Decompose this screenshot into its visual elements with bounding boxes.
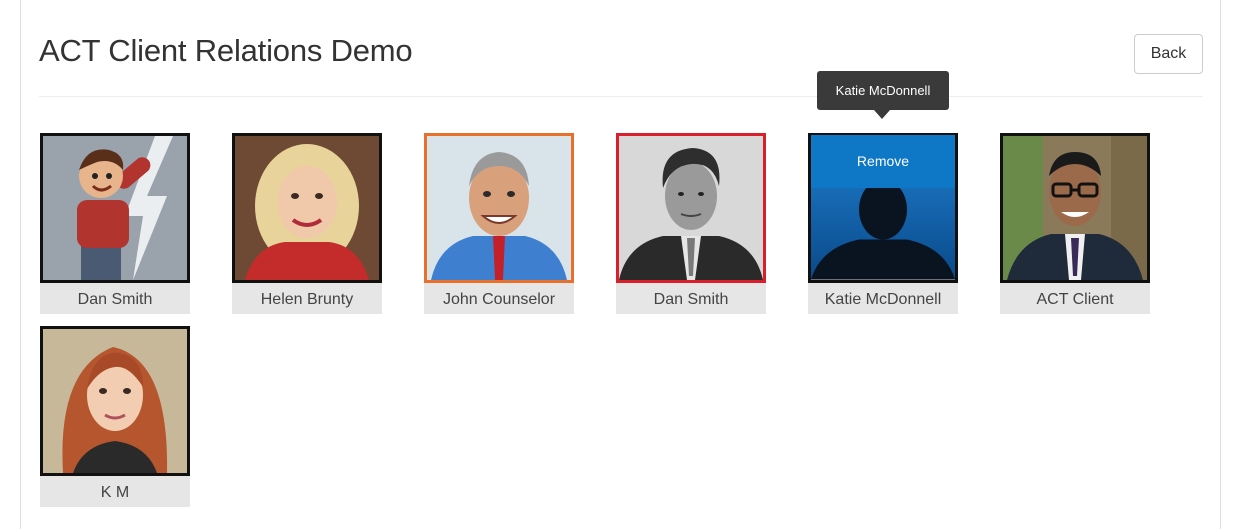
person-photo-icon xyxy=(427,136,571,280)
member-card[interactable]: ACT Client xyxy=(1000,133,1150,314)
title-divider xyxy=(39,96,1203,97)
name-tooltip: Katie McDonnell xyxy=(817,71,949,110)
content-panel: ACT Client Relations Demo Back Dan Smith xyxy=(20,0,1221,529)
member-name: K M xyxy=(40,476,190,507)
member-card-hovered[interactable]: Remove Katie McDonnell xyxy=(808,133,958,314)
photo-man-bw-image[interactable] xyxy=(616,133,766,283)
remove-button[interactable]: Remove xyxy=(811,135,955,188)
cartoon-avatar-image[interactable] xyxy=(40,133,190,283)
member-card[interactable]: K M xyxy=(40,326,190,507)
photo-man-glasses-image[interactable] xyxy=(1000,133,1150,283)
member-name: ACT Client xyxy=(1000,283,1150,314)
photo-smiling-man-image[interactable] xyxy=(424,133,574,283)
cartoon-avatar-icon xyxy=(43,136,187,280)
page-title: ACT Client Relations Demo xyxy=(39,33,413,68)
member-card[interactable]: Dan Smith xyxy=(616,133,766,314)
person-photo-icon xyxy=(43,329,187,473)
tooltip-arrow xyxy=(874,110,890,119)
member-card[interactable]: Helen Brunty xyxy=(232,133,382,314)
person-photo-icon xyxy=(1003,136,1147,280)
member-name: Katie McDonnell xyxy=(808,283,958,314)
photo-red-hair-woman-image[interactable] xyxy=(40,326,190,476)
back-button[interactable]: Back xyxy=(1134,34,1203,74)
member-card[interactable]: John Counselor xyxy=(424,133,574,314)
member-name: Helen Brunty xyxy=(232,283,382,314)
member-card[interactable]: Dan Smith xyxy=(40,133,190,314)
member-name: Dan Smith xyxy=(40,283,190,314)
photo-blonde-woman-image[interactable] xyxy=(232,133,382,283)
member-name: Dan Smith xyxy=(616,283,766,314)
silhouette-placeholder-image[interactable]: Remove xyxy=(808,133,958,283)
member-name: John Counselor xyxy=(424,283,574,314)
person-photo-icon xyxy=(619,136,763,280)
person-photo-icon xyxy=(235,136,379,280)
